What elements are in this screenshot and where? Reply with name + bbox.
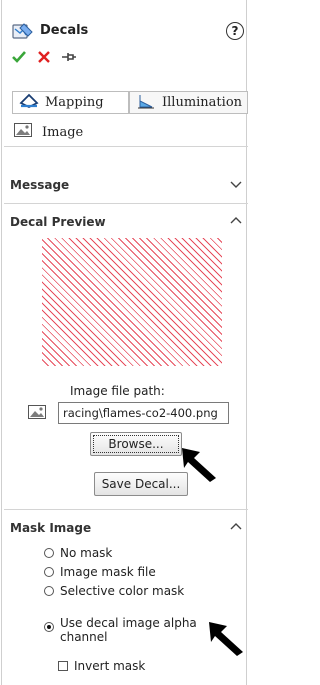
cancel-x-icon[interactable]: [37, 50, 51, 67]
mask-image-section-title: Mask Image: [10, 521, 92, 535]
mapping-icon: [19, 93, 39, 113]
tab-bar: Mapping Illumination: [12, 91, 248, 115]
divider: [4, 203, 248, 204]
invert-mask-label: Invert mask: [74, 659, 146, 673]
chevron-up-icon[interactable]: [230, 521, 242, 535]
message-section-title: Message: [10, 178, 70, 192]
image-icon: [14, 123, 32, 141]
tab-mapping[interactable]: Mapping: [12, 91, 129, 114]
panel-header: Decals ?: [12, 22, 248, 42]
image-file-path-input[interactable]: racing\flames-co2-400.png: [58, 402, 229, 424]
radio-button[interactable]: [44, 567, 54, 577]
radio-use-decal-alpha[interactable]: Use decal image alpha channel: [44, 616, 214, 644]
decal-icon: [12, 22, 34, 43]
radio-selective-color-mask[interactable]: Selective color mask: [44, 584, 184, 598]
radio-button-selected[interactable]: [44, 622, 54, 632]
message-section-header[interactable]: Message: [10, 178, 246, 196]
chevron-up-icon[interactable]: [230, 215, 242, 229]
pointer-arrow-icon: [207, 620, 247, 663]
illumination-icon: [136, 93, 156, 113]
image-row[interactable]: Image: [14, 123, 83, 141]
radio-button[interactable]: [44, 586, 54, 596]
tab-mapping-label: Mapping: [45, 95, 104, 110]
save-decal-button[interactable]: Save Decal...: [94, 472, 188, 496]
decal-preview-section-title: Decal Preview: [10, 215, 106, 229]
panel-title: Decals: [40, 23, 89, 38]
divider: [4, 146, 248, 147]
radio-label: Selective color mask: [60, 584, 185, 598]
decal-preview-section-header[interactable]: Decal Preview: [10, 215, 246, 233]
pin-icon[interactable]: [61, 50, 77, 67]
property-manager-panel: Decals ? Mapping Illumination Image Mess…: [1, 0, 248, 685]
checkbox[interactable]: [58, 661, 68, 671]
mask-image-section-header[interactable]: Mask Image: [10, 521, 246, 539]
decal-preview-image: [42, 238, 222, 366]
invert-mask-checkbox[interactable]: Invert mask: [58, 659, 145, 673]
browse-button[interactable]: Browse...: [90, 432, 182, 456]
tab-illumination-label: Illumination: [162, 95, 243, 110]
image-label: Image: [42, 124, 84, 140]
chevron-down-icon[interactable]: [230, 178, 242, 192]
radio-image-mask-file[interactable]: Image mask file: [44, 565, 156, 579]
ok-check-icon[interactable]: [12, 50, 26, 67]
radio-button[interactable]: [44, 548, 54, 558]
radio-label: Image mask file: [60, 565, 156, 579]
tab-illumination[interactable]: Illumination: [129, 91, 248, 114]
image-file-path-label: Image file path:: [70, 384, 165, 398]
radio-label: No mask: [60, 546, 113, 560]
radio-no-mask[interactable]: No mask: [44, 546, 112, 560]
image-file-icon: [28, 405, 46, 422]
divider: [4, 509, 248, 510]
radio-label: Use decal image alpha channel: [60, 616, 197, 644]
help-icon[interactable]: ?: [226, 22, 244, 40]
